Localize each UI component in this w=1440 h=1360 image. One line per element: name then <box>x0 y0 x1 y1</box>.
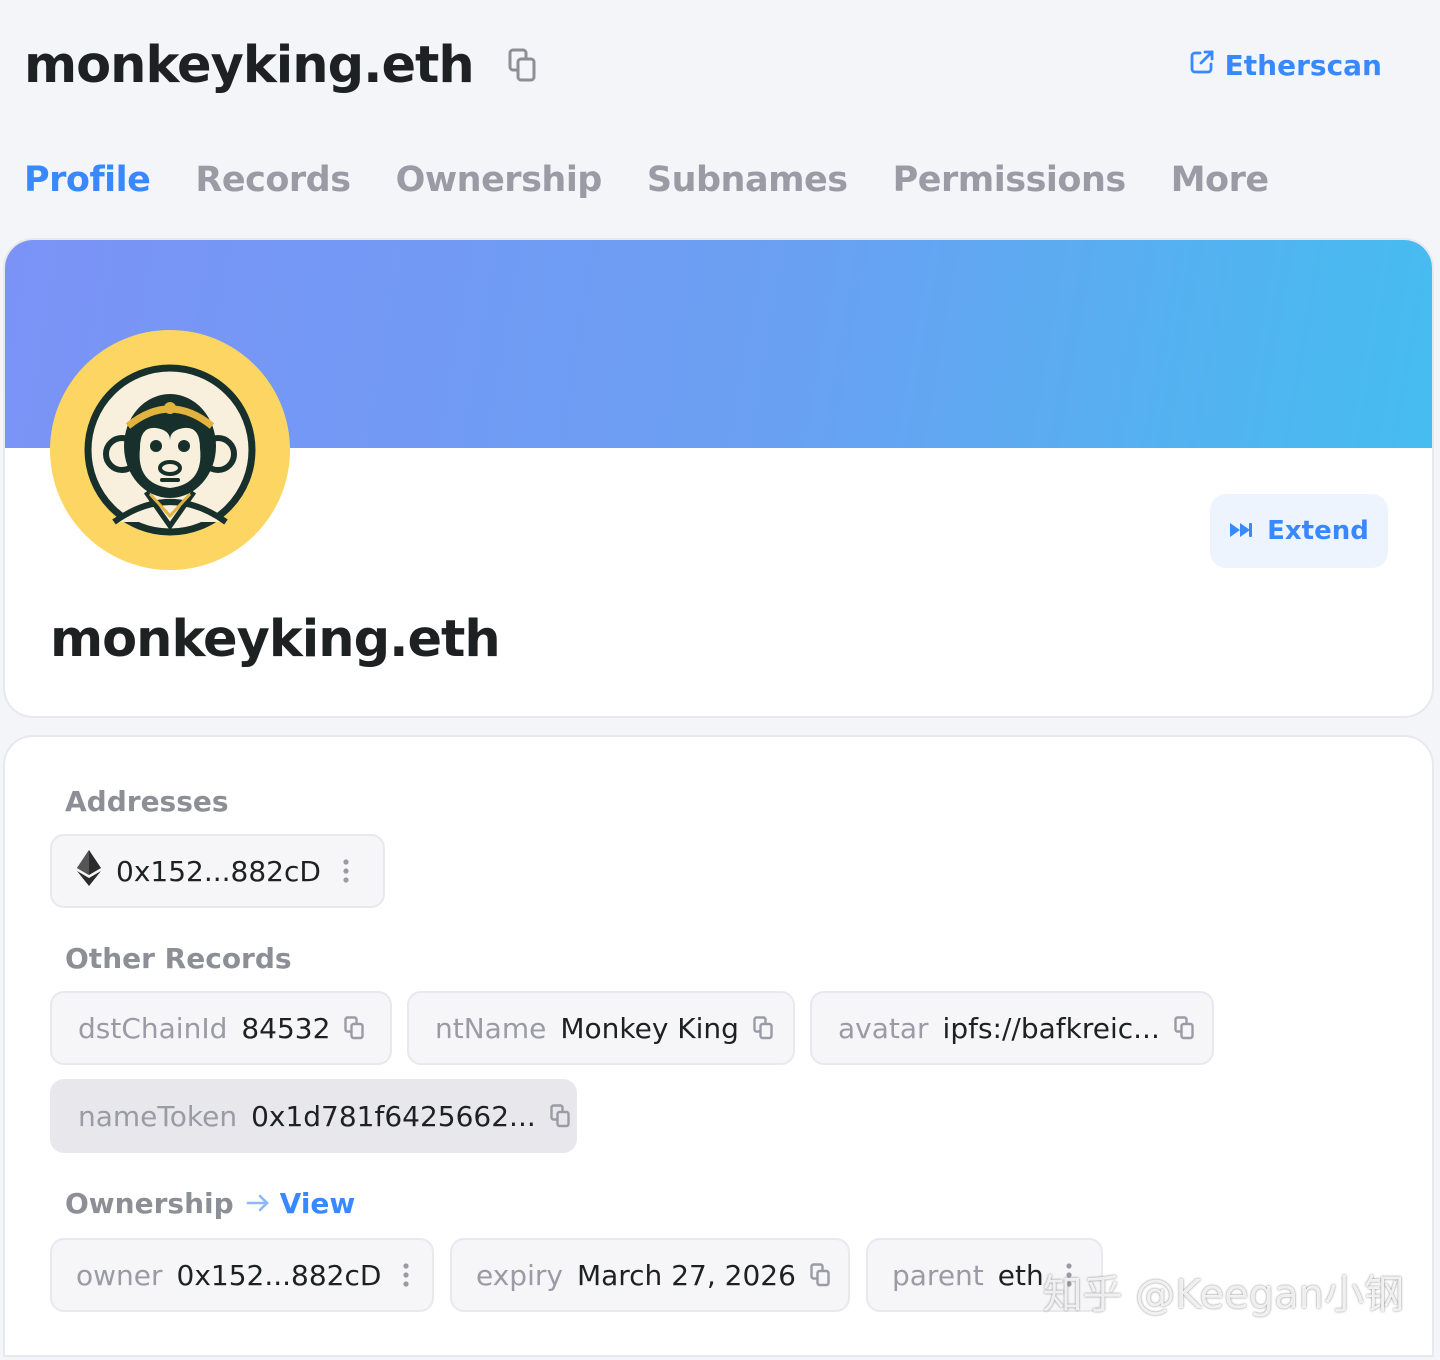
copy-icon[interactable] <box>753 1016 773 1040</box>
page-header: monkeyking.eth Etherscan <box>24 30 1382 100</box>
profile-card: Extend monkeyking.eth <box>3 238 1434 718</box>
address-chip-eth[interactable]: 0x152...882cD <box>50 834 385 908</box>
view-label: View <box>279 1187 356 1220</box>
tab-more[interactable]: More <box>1171 160 1269 200</box>
copy-icon[interactable] <box>1174 1016 1194 1040</box>
copy-icon[interactable] <box>550 1104 570 1128</box>
ownership-label-text: Ownership <box>65 1187 234 1220</box>
record-chip-dstchainid[interactable]: dstChainId 84532 <box>50 991 392 1065</box>
more-vertical-icon[interactable] <box>1066 1263 1072 1287</box>
other-records-label-text: Other Records <box>65 942 292 975</box>
page-title: monkeyking.eth <box>24 35 475 95</box>
external-link-icon <box>1189 49 1215 82</box>
ownership-value: March 27, 2026 <box>576 1258 796 1292</box>
addresses-label-text: Addresses <box>65 785 229 818</box>
record-value: ipfs://bafkreic... <box>942 1011 1160 1045</box>
ownership-view-link[interactable]: View <box>246 1187 356 1220</box>
record-chip-nametoken[interactable]: nameToken 0x1d781f6425662... <box>50 1079 577 1153</box>
ownership-value: eth <box>997 1258 1044 1292</box>
tab-ownership[interactable]: Ownership <box>396 160 603 200</box>
record-value: Monkey King <box>560 1011 739 1045</box>
record-key: avatar <box>838 1011 929 1045</box>
extend-button[interactable]: Extend <box>1210 494 1388 568</box>
tab-subnames[interactable]: Subnames <box>647 160 848 200</box>
tab-profile[interactable]: Profile <box>24 160 151 200</box>
addresses-label: Addresses <box>65 785 229 818</box>
ownership-chip-expiry[interactable]: expiry March 27, 2026 <box>450 1238 850 1312</box>
etherscan-link[interactable]: Etherscan <box>1189 49 1382 82</box>
records-card: Addresses 0x152...882cD Other Records ds… <box>3 735 1434 1357</box>
copy-icon[interactable] <box>508 47 538 83</box>
copy-icon[interactable] <box>344 1016 365 1040</box>
tab-bar: Profile Records Ownership Subnames Permi… <box>24 160 1269 200</box>
record-key: nameToken <box>78 1099 238 1133</box>
ownership-chip-owner[interactable]: owner 0x152...882cD <box>50 1238 434 1312</box>
avatar <box>50 330 290 570</box>
ownership-key: expiry <box>476 1258 563 1292</box>
arrow-right-icon <box>246 1187 270 1220</box>
fast-forward-icon <box>1229 516 1253 546</box>
record-key: ntName <box>435 1011 547 1045</box>
ethereum-icon <box>76 849 102 894</box>
etherscan-label: Etherscan <box>1224 48 1382 82</box>
ownership-label: Ownership View <box>65 1187 355 1220</box>
record-chip-avatar[interactable]: avatar ipfs://bafkreic... <box>810 991 1214 1065</box>
eth-address-value: 0x152...882cD <box>116 854 321 888</box>
tab-records[interactable]: Records <box>195 160 351 200</box>
ownership-chip-parent[interactable]: parent eth <box>866 1238 1103 1312</box>
profile-name: monkeyking.eth <box>50 610 501 669</box>
other-records-label: Other Records <box>65 942 292 975</box>
record-value: 84532 <box>241 1011 331 1045</box>
ownership-value: 0x152...882cD <box>176 1258 382 1292</box>
record-key: dstChainId <box>78 1011 228 1045</box>
monkey-avatar-icon <box>84 364 256 536</box>
more-vertical-icon[interactable] <box>343 859 349 883</box>
record-value: 0x1d781f6425662... <box>251 1099 536 1133</box>
copy-icon[interactable] <box>810 1263 830 1287</box>
extend-label: Extend <box>1267 516 1369 546</box>
more-vertical-icon[interactable] <box>403 1263 410 1287</box>
tab-permissions[interactable]: Permissions <box>893 160 1127 200</box>
ownership-key: owner <box>76 1258 163 1292</box>
record-chip-ntname[interactable]: ntName Monkey King <box>407 991 795 1065</box>
ownership-key: parent <box>892 1258 984 1292</box>
